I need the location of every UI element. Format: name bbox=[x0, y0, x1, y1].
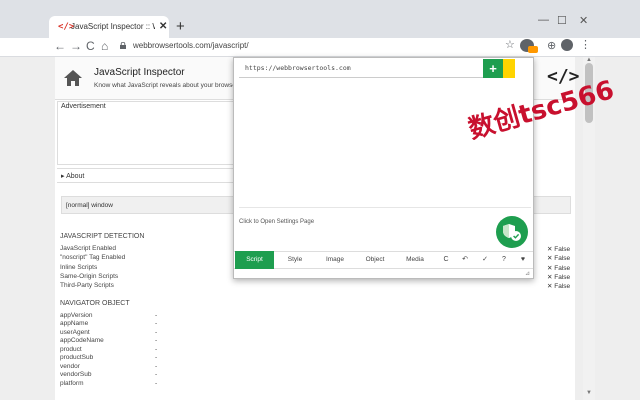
back-button[interactable]: ← bbox=[54, 38, 66, 54]
bookmark-star-icon[interactable]: ☆ bbox=[505, 38, 515, 51]
navigator-row-value: - bbox=[155, 320, 158, 327]
refresh-icon[interactable]: C bbox=[439, 251, 453, 269]
navigator-row-label: appVersion bbox=[60, 312, 93, 319]
navigator-row-value: - bbox=[155, 371, 158, 378]
undo-icon[interactable]: ↶ bbox=[458, 251, 472, 269]
tab-close-icon[interactable]: ✕ bbox=[159, 21, 167, 32]
lock-icon[interactable] bbox=[120, 42, 126, 49]
js-row-label: "noscript" Tag Enabled bbox=[60, 254, 126, 261]
resize-grip-icon[interactable]: ⊿ bbox=[525, 270, 530, 277]
navigator-row-label: vendor bbox=[60, 363, 80, 370]
tab-image[interactable]: Image bbox=[316, 251, 354, 269]
reload-button[interactable]: C bbox=[86, 38, 95, 54]
advertisement-box bbox=[57, 101, 235, 165]
js-row-value: ✕ False bbox=[547, 274, 571, 281]
check-icon[interactable]: ✓ bbox=[478, 251, 492, 269]
window-close-button[interactable]: ✕ bbox=[579, 14, 588, 27]
tab-style[interactable]: Style bbox=[276, 251, 314, 269]
new-tab-button[interactable]: + bbox=[176, 18, 185, 35]
browser-menu-icon[interactable]: ⋮ bbox=[580, 38, 591, 51]
watermark-text: 数创tsc566 bbox=[465, 75, 617, 140]
navigator-row-label: userAgent bbox=[60, 329, 90, 336]
navigator-row-value: - bbox=[155, 329, 158, 336]
globe-icon[interactable]: ⊕ bbox=[547, 39, 556, 52]
house-icon bbox=[64, 70, 82, 86]
js-row-label: Inline Scripts bbox=[60, 264, 98, 271]
help-icon[interactable]: ? bbox=[497, 251, 511, 269]
advertisement-label: Advertisement bbox=[61, 103, 106, 110]
navigator-row-label: appName bbox=[60, 320, 89, 327]
settings-hint[interactable]: Click to Open Settings Page bbox=[239, 219, 314, 225]
js-row-value: ✕ False bbox=[547, 283, 571, 290]
navigator-row-label: appCodeName bbox=[60, 337, 104, 344]
window-info-label: [normal] window bbox=[66, 202, 113, 209]
address-bar[interactable]: webbrowsertools.com/javascript/ bbox=[133, 39, 249, 52]
url-input[interactable] bbox=[239, 59, 483, 78]
browser-toolbar bbox=[0, 38, 640, 57]
navigator-row-label: product bbox=[60, 346, 82, 353]
js-detection-title: JAVASCRIPT DETECTION bbox=[60, 233, 145, 240]
js-row-label: JavaScript Enabled bbox=[60, 245, 117, 252]
maximize-button[interactable]: ☐ bbox=[557, 14, 567, 27]
shield-check-icon bbox=[503, 224, 521, 241]
forward-button[interactable]: → bbox=[70, 38, 82, 54]
navigator-row-value: - bbox=[155, 380, 158, 387]
tab-script[interactable]: Script bbox=[235, 251, 274, 269]
home-button[interactable]: ⌂ bbox=[101, 38, 108, 54]
js-row-value: ✕ False bbox=[547, 255, 571, 262]
navigator-row-label: platform bbox=[60, 380, 84, 387]
navigator-object-title: NAVIGATOR OBJECT bbox=[60, 300, 130, 307]
navigator-row-value: - bbox=[155, 312, 158, 319]
navigator-row-label: productSub bbox=[60, 354, 94, 361]
js-row-label: Same-Origin Scripts bbox=[60, 273, 119, 280]
site-home-button[interactable] bbox=[58, 60, 88, 96]
js-row-value: ✕ False bbox=[547, 265, 571, 272]
site-title: JavaScript Inspector bbox=[94, 67, 185, 78]
js-row-label: Third-Party Scripts bbox=[60, 282, 114, 289]
tab-object[interactable]: Object bbox=[356, 251, 394, 269]
screen: </> JavaScript Inspector :: WebBrowserTo… bbox=[0, 0, 640, 400]
js-row-value: ✕ False bbox=[547, 246, 571, 253]
tab-title: JavaScript Inspector :: WebBrowserTools bbox=[71, 22, 155, 31]
extension-badge bbox=[528, 46, 538, 53]
tab-media[interactable]: Media bbox=[396, 251, 434, 269]
navigator-row-label: vendorSub bbox=[60, 371, 92, 378]
navigator-row-value: - bbox=[155, 354, 158, 361]
about-toggle[interactable]: ▸ About bbox=[61, 172, 84, 180]
navigator-row-value: - bbox=[155, 363, 158, 370]
shield-toggle-button[interactable] bbox=[496, 216, 528, 248]
navigator-row-value: - bbox=[155, 337, 158, 344]
site-description: Know what JavaScript reveals about your … bbox=[94, 82, 239, 89]
scroll-down-icon[interactable]: ▼ bbox=[586, 390, 592, 396]
watermark: 数创tsc566 bbox=[458, 60, 638, 145]
profile-avatar[interactable] bbox=[561, 39, 573, 51]
minimize-button[interactable]: — bbox=[538, 14, 549, 26]
navigator-row-value: - bbox=[155, 346, 158, 353]
heart-icon[interactable]: ♥ bbox=[516, 251, 530, 269]
